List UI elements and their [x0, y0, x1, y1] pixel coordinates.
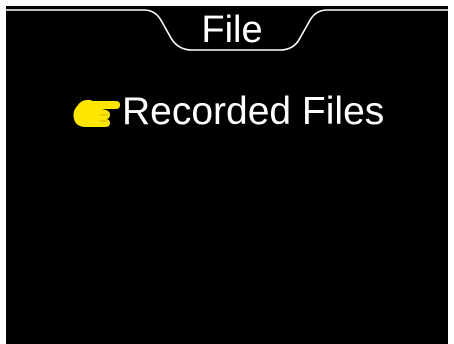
device-display: File Recorded Files [6, 6, 448, 344]
pointing-hand-icon [73, 99, 120, 127]
menu-item-label: Recorded Files [122, 90, 385, 133]
screen: File Recorded Files [0, 0, 454, 344]
tab-title: File [201, 9, 263, 51]
menu-item-recorded-files[interactable]: Recorded Files [70, 88, 384, 136]
